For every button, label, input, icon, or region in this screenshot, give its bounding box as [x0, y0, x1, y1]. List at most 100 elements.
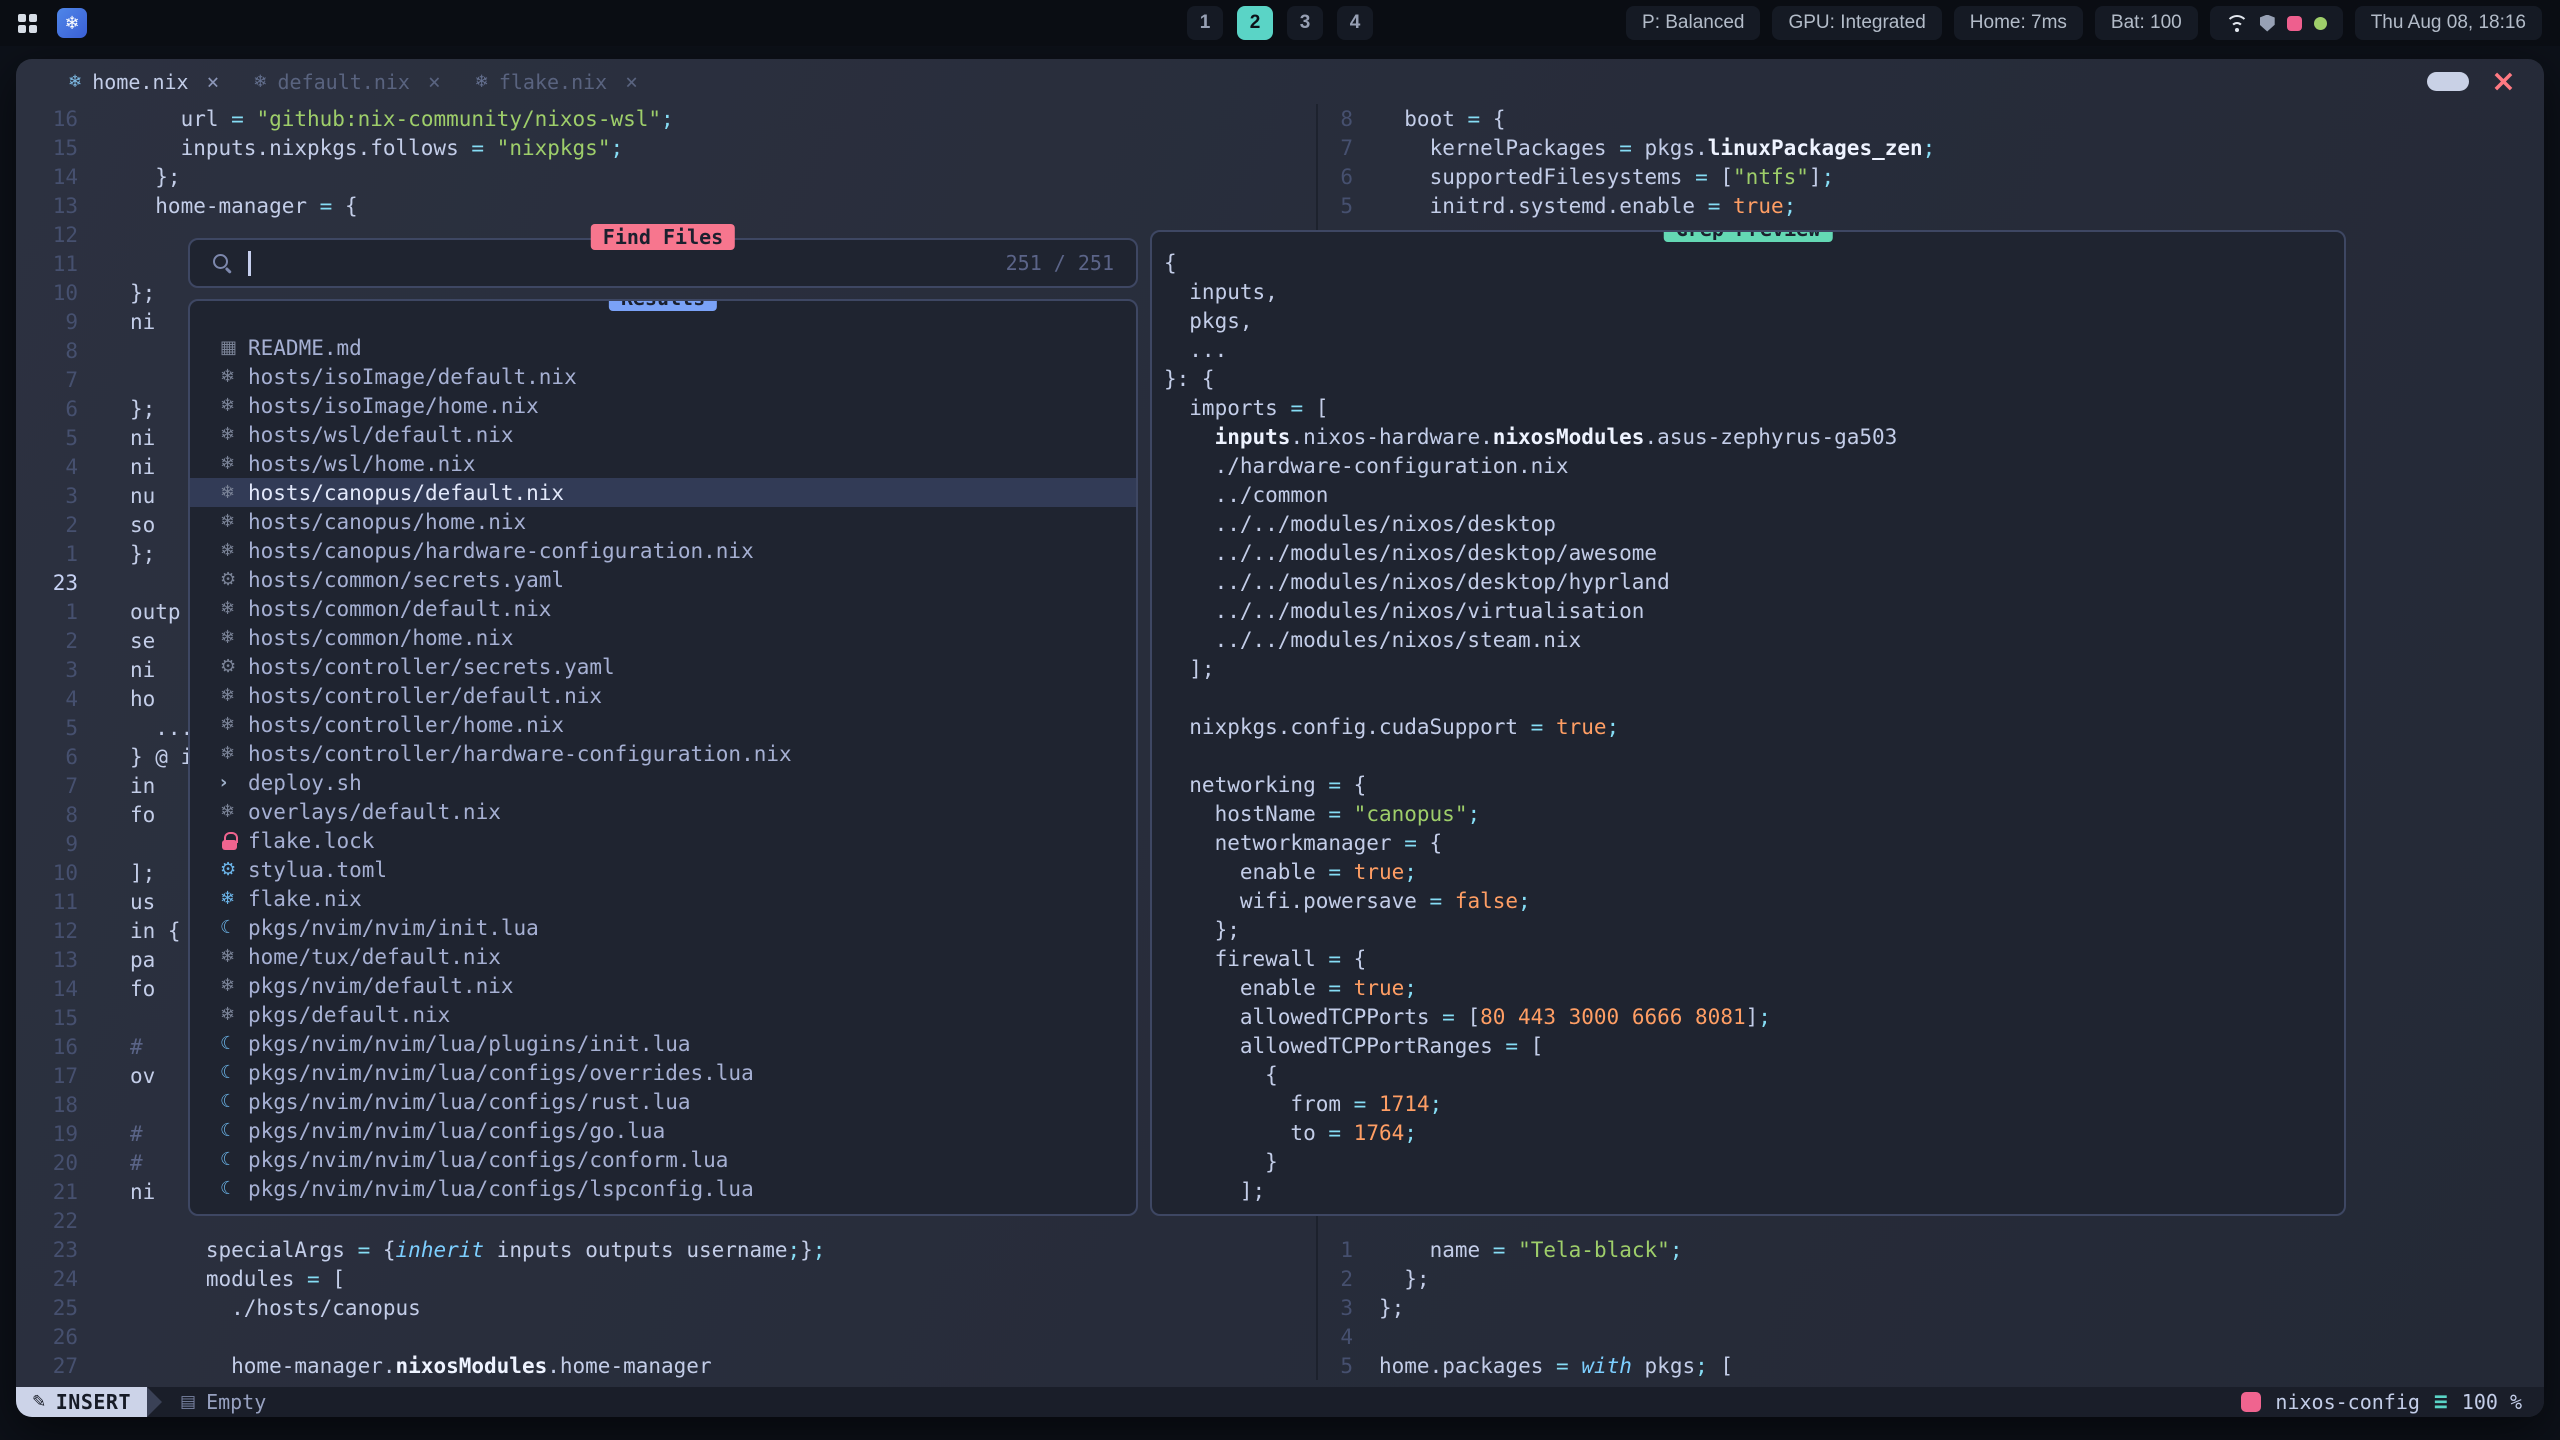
bar-right: P: BalancedGPU: IntegratedHome: 7msBat: … [1626, 6, 2542, 40]
file-result[interactable]: ❄hosts/isoImage/home.nix [190, 391, 1136, 420]
line-number: 5 [16, 426, 78, 450]
file-path: flake.nix [248, 887, 362, 911]
code-line: 8 boot = { [1318, 104, 2544, 133]
line-number: 8 [16, 803, 78, 827]
file-path: pkgs/nvim/nvim/lua/configs/overrides.lua [248, 1061, 754, 1085]
nix-file-icon: ❄ [220, 482, 248, 503]
file-result[interactable]: ☾pkgs/nvim/nvim/lua/configs/go.lua [190, 1116, 1136, 1145]
file-result[interactable]: ❄hosts/canopus/home.nix [190, 507, 1136, 536]
code-line: 14 }; [16, 162, 1316, 191]
line-number: 10 [16, 281, 78, 305]
file-path: pkgs/nvim/default.nix [248, 974, 514, 998]
top-bar: ❄ 1234 P: BalancedGPU: IntegratedHome: 7… [0, 0, 2560, 46]
file-result[interactable]: ❄hosts/canopus/default.nix [190, 478, 1136, 507]
mode-indicator: ✎ INSERT [16, 1387, 147, 1417]
file-result[interactable]: ❄flake.nix [190, 884, 1136, 913]
file-result[interactable]: ›deploy.sh [190, 768, 1136, 797]
line-number: 5 [16, 716, 78, 740]
file-path: hosts/common/secrets.yaml [248, 568, 564, 592]
code-line: ./hardware-configuration.nix [1164, 451, 2344, 480]
code-line: 15 inputs.nixpkgs.follows = "nixpkgs"; [16, 133, 1316, 162]
nix-file-icon: ❄ [220, 627, 248, 648]
line-number: 16 [16, 1035, 78, 1059]
file-result[interactable]: ❄hosts/wsl/home.nix [190, 449, 1136, 478]
code-line: 13 home-manager = { [16, 191, 1316, 220]
file-result[interactable]: ☾pkgs/nvim/nvim/init.lua [190, 913, 1136, 942]
file-result[interactable]: ❄hosts/controller/default.nix [190, 681, 1136, 710]
clock: Thu Aug 08, 18:16 [2355, 6, 2542, 40]
code-line: hostName = "canopus"; [1164, 799, 2344, 828]
code-line: pkgs, [1164, 306, 2344, 335]
workspace-button-3[interactable]: 3 [1287, 6, 1323, 40]
workspace-switcher: 1234 [1187, 6, 1373, 40]
status-segment: GPU: Integrated [1772, 6, 1941, 40]
file-result[interactable]: ❄hosts/canopus/hardware-configuration.ni… [190, 536, 1136, 565]
file-result[interactable]: ❄home/tux/default.nix [190, 942, 1136, 971]
file-result[interactable]: ▦README.md [190, 333, 1136, 362]
file-result[interactable]: ☾pkgs/nvim/nvim/lua/configs/rust.lua [190, 1087, 1136, 1116]
line-number: 15 [16, 136, 78, 160]
file-result[interactable]: ❄pkgs/nvim/default.nix [190, 971, 1136, 1000]
code-line: 16 url = "github:nix-community/nixos-wsl… [16, 104, 1316, 133]
workspace-button-1[interactable]: 1 [1187, 6, 1223, 40]
file-result[interactable]: ❄hosts/wsl/default.nix [190, 420, 1136, 449]
status-segment: Home: 7ms [1954, 6, 2083, 40]
file-result[interactable]: ❄hosts/controller/home.nix [190, 710, 1136, 739]
file-path: hosts/isoImage/default.nix [248, 365, 577, 389]
line-number: 7 [16, 368, 78, 392]
file-result[interactable]: ☾pkgs/nvim/nvim/lua/configs/overrides.lu… [190, 1058, 1136, 1087]
file-icon: ▤ [180, 1392, 196, 1412]
file-path: deploy.sh [248, 771, 362, 795]
code-line: wifi.powersave = false; [1164, 886, 2344, 915]
file-path: pkgs/nvim/nvim/lua/configs/go.lua [248, 1119, 665, 1143]
file-result[interactable]: ⚙hosts/controller/secrets.yaml [190, 652, 1136, 681]
app-launcher-icon[interactable] [18, 14, 37, 33]
file-result[interactable]: ☾pkgs/nvim/nvim/lua/configs/conform.lua [190, 1145, 1136, 1174]
workspace-button-2[interactable]: 2 [1237, 6, 1273, 40]
line-number: 16 [16, 107, 78, 131]
file-path: pkgs/nvim/nvim/lua/configs/lspconfig.lua [248, 1177, 754, 1201]
file-result[interactable]: ⚙stylua.toml [190, 855, 1136, 884]
lua-file-icon: ☾ [220, 1178, 248, 1199]
line-number: 22 [16, 1209, 78, 1233]
terminal-window: ❄home.nix×❄default.nix×❄flake.nix× × 16 … [16, 59, 2544, 1417]
line-number: 3 [1318, 1296, 1353, 1320]
workspace-button-4[interactable]: 4 [1337, 6, 1373, 40]
file-result[interactable]: ⚙hosts/common/secrets.yaml [190, 565, 1136, 594]
file-result[interactable]: ❄hosts/isoImage/default.nix [190, 362, 1136, 391]
line-number: 26 [16, 1325, 78, 1349]
file-result[interactable]: ☾pkgs/nvim/nvim/lua/plugins/init.lua [190, 1029, 1136, 1058]
find-files-prompt[interactable]: Find Files 251 / 251 [188, 238, 1138, 288]
search-icon [212, 253, 232, 273]
focused-app-icon[interactable]: ❄ [57, 8, 87, 38]
sh-file-icon: › [220, 772, 248, 793]
line-number: 15 [16, 1006, 78, 1030]
file-result[interactable]: ❄hosts/common/default.nix [190, 594, 1136, 623]
code-line: inputs, [1164, 277, 2344, 306]
file-result[interactable]: ❄overlays/default.nix [190, 797, 1136, 826]
file-result[interactable]: flake.lock [190, 826, 1136, 855]
code-line: } [1164, 1147, 2344, 1176]
file-result[interactable]: ❄hosts/controller/hardware-configuration… [190, 739, 1136, 768]
lua-file-icon: ☾ [220, 1091, 248, 1112]
repo-name: nixos-config [2275, 1390, 2420, 1414]
status-dot-icon [2314, 17, 2327, 30]
results-panel: Results ▦README.md❄hosts/isoImage/defaul… [188, 299, 1138, 1216]
line-number: 5 [1318, 194, 1353, 218]
file-path: hosts/canopus/hardware-configuration.nix [248, 539, 754, 563]
yaml-file-icon: ⚙ [220, 656, 248, 677]
wifi-icon [2226, 15, 2248, 32]
line-number: 11 [16, 252, 78, 276]
results-list[interactable]: ▦README.md❄hosts/isoImage/default.nix❄ho… [190, 301, 1136, 1203]
code-line: 2 }; [1318, 1264, 2544, 1293]
file-result[interactable]: ☾pkgs/nvim/nvim/lua/configs/lspconfig.lu… [190, 1174, 1136, 1203]
file-result[interactable]: ❄hosts/common/home.nix [190, 623, 1136, 652]
file-result[interactable]: ❄pkgs/default.nix [190, 1000, 1136, 1029]
nix-blue-file-icon: ❄ [220, 888, 248, 909]
nix-file-icon: ❄ [220, 424, 248, 445]
results-title: Results [609, 299, 717, 311]
results-counter: 251 / 251 [1006, 251, 1114, 275]
file-path: hosts/wsl/default.nix [248, 423, 514, 447]
nix-file-icon: ❄ [220, 366, 248, 387]
line-number: 23 [16, 1238, 78, 1262]
